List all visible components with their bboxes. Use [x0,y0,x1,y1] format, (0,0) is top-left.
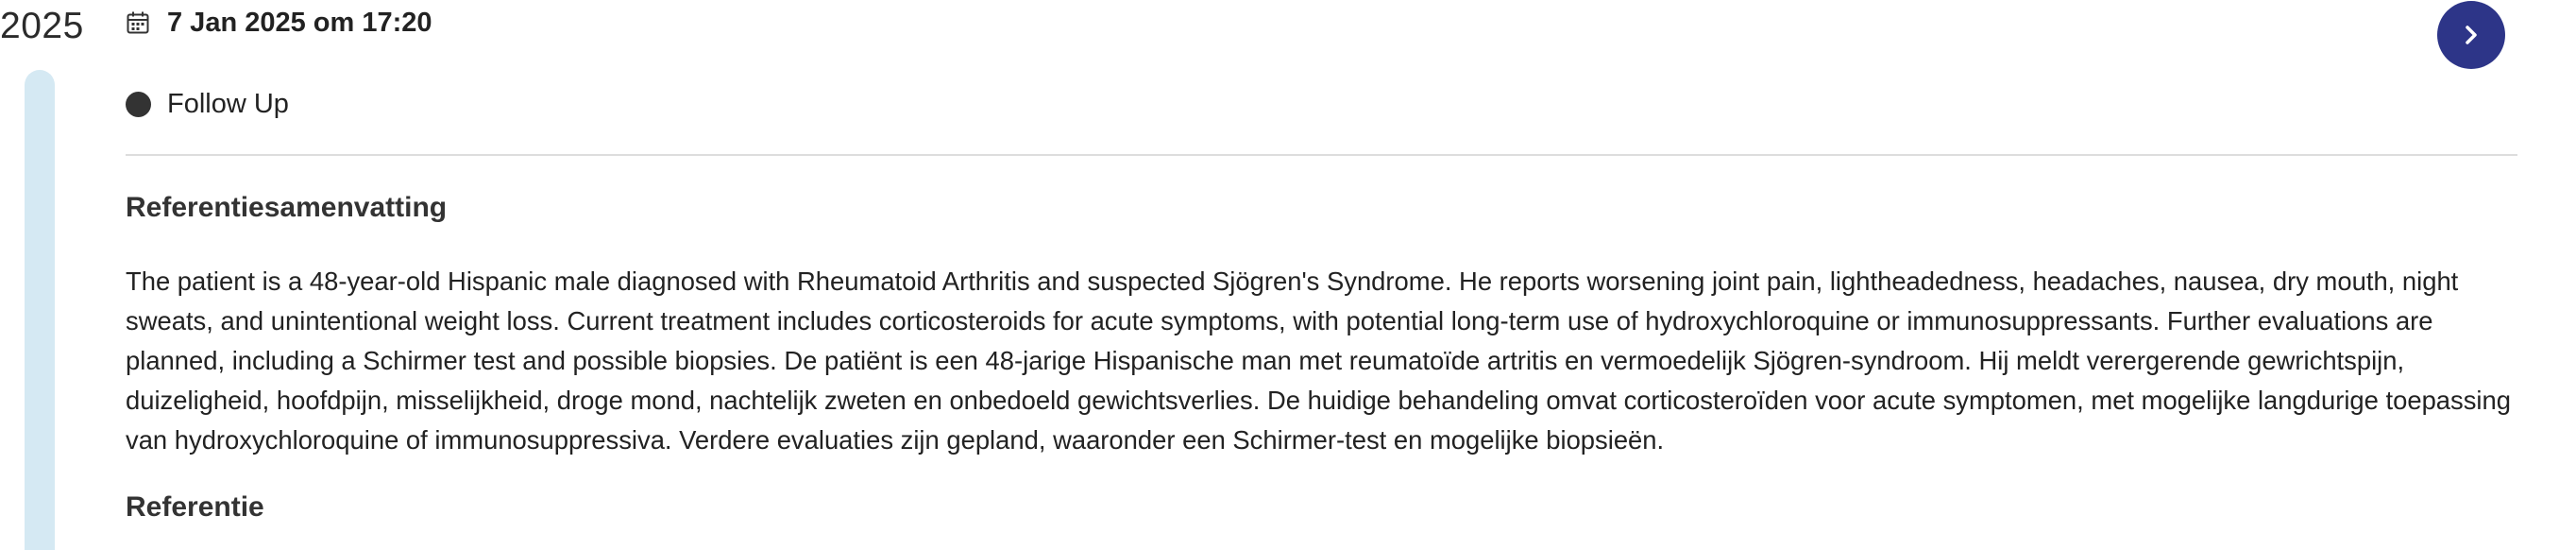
section-heading-summary: Referentiesamenvatting [126,192,448,223]
summary-text: The patient is a 48-year-old Hispanic ma… [126,266,2511,455]
timeline-entry: 2025 7 Jan 2025 om 17:20 Follow Up Refer… [0,0,2576,550]
status-label: Follow Up [167,88,289,119]
entry-date: 7 Jan 2025 om 17:20 [167,7,432,38]
section-heading-reference: Referentie [126,491,264,523]
divider [126,154,2517,156]
next-button[interactable] [2437,1,2505,69]
status-row: Follow Up [126,87,289,121]
date-row: 7 Jan 2025 om 17:20 [126,6,432,40]
chevron-right-icon [2466,26,2477,44]
calendar-icon [126,10,150,35]
status-dot-icon [126,91,151,117]
timeline-year: 2025 [0,6,84,46]
timeline-bar [25,70,55,550]
